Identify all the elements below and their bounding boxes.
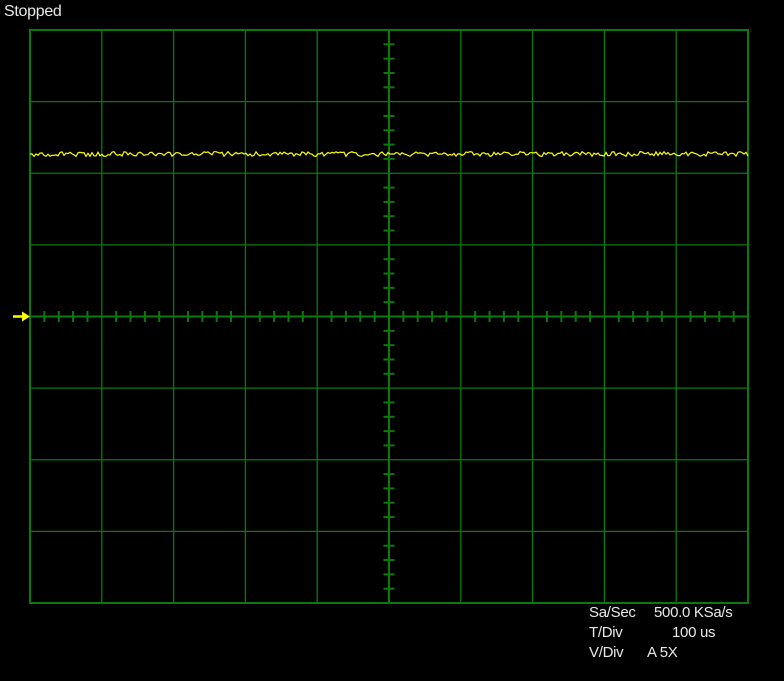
readout-row-timediv: T/Div 100 us	[589, 623, 732, 643]
voltdiv-label: V/Div	[589, 644, 624, 661]
samplerate-label: Sa/Sec	[589, 604, 636, 621]
status-label: Stopped	[4, 3, 62, 20]
samplerate-value: 500.0 KSa/s	[654, 604, 733, 621]
graticule-grid	[29, 29, 749, 604]
readout-panel: Sa/Sec 500.0 KSa/s T/Div 100 us V/Div A 5X	[589, 603, 733, 663]
timediv-label: T/Div	[589, 624, 623, 641]
timediv-value: 100 us	[672, 624, 716, 641]
readout-row-samplerate: Sa/Sec 500.0 KSa/s	[589, 603, 733, 623]
readout-row-voltdiv: V/Div A 5X	[589, 643, 732, 663]
trigger-arrow-icon	[13, 311, 30, 322]
voltdiv-value: A 5X	[647, 644, 678, 661]
oscilloscope-screen: Stopped Sa/Sec 500.0 KSa/s T/Div 100 us V/…	[0, 0, 784, 681]
scope-display	[13, 29, 749, 604]
